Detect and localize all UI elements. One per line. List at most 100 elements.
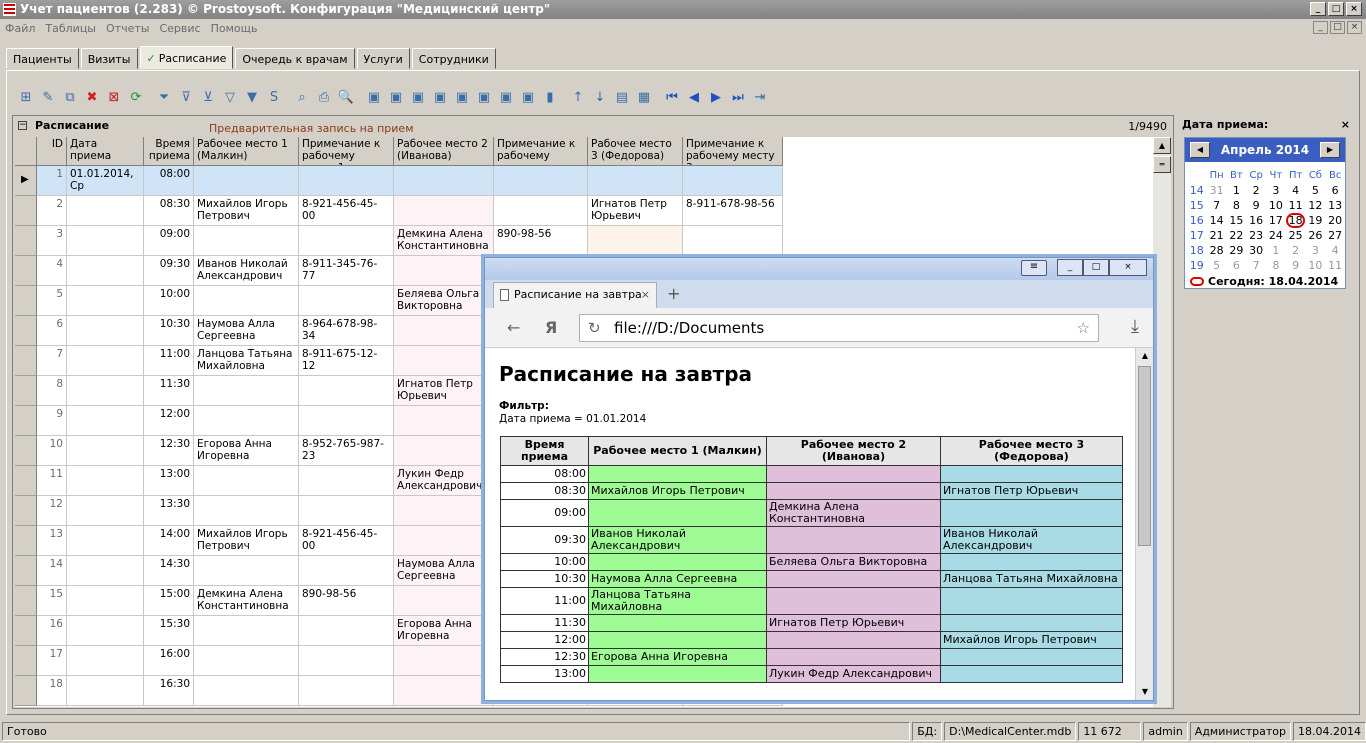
filter-all-icon[interactable]: ▼ <box>242 88 262 108</box>
cell-w1[interactable]: Михайлов Игорь Петрович <box>194 526 299 556</box>
cell-time[interactable]: 10:00 <box>144 286 194 316</box>
print-icon[interactable]: ⎙ <box>314 88 334 108</box>
cell-w2[interactable]: Егорова Анна Игоревна <box>394 616 494 646</box>
cell-date[interactable] <box>67 196 144 226</box>
calendar-today[interactable]: Сегодня: 18.04.2014 <box>1186 275 1338 288</box>
cell-w2[interactable] <box>394 166 494 196</box>
calendar-day[interactable]: 19 <box>1305 213 1325 228</box>
cell-id[interactable]: 15 <box>37 586 67 616</box>
cell-w1[interactable] <box>194 376 299 406</box>
browser-scrollbar[interactable]: ▲ ▼ <box>1135 348 1153 700</box>
row-indicator[interactable] <box>15 526 37 556</box>
cell-w2[interactable]: Игнатов Петр Юрьевич <box>394 376 494 406</box>
cell-w1[interactable]: Иванов Николай Александрович <box>194 256 299 286</box>
column-header-n1[interactable]: Примечание к рабочему месту 1 <box>299 137 394 166</box>
cell-id[interactable]: 18 <box>37 676 67 706</box>
calendar-day[interactable]: 23 <box>1246 228 1266 243</box>
tab-staff[interactable]: Сотрудники <box>411 48 496 69</box>
table-row[interactable]: 2 08:30 Михайлов Игорь Петрович 8-921-456-4… <box>15 196 783 226</box>
cell-date[interactable] <box>67 466 144 496</box>
cell-n1[interactable]: 8-921-456-45-00 <box>299 526 394 556</box>
row-indicator[interactable] <box>15 376 37 406</box>
cell-w1[interactable]: Михайлов Игорь Петрович <box>194 196 299 226</box>
row-indicator[interactable] <box>15 346 37 376</box>
cell-time[interactable]: 09:00 <box>144 226 194 256</box>
cell-w3[interactable]: Игнатов Петр Юрьевич <box>588 196 683 226</box>
cell-w2[interactable] <box>394 256 494 286</box>
calendar-day[interactable]: 22 <box>1227 228 1247 243</box>
cell-w2[interactable] <box>394 196 494 226</box>
cell-w2[interactable]: Демкина Алена Константиновна <box>394 226 494 256</box>
cell-n1[interactable] <box>299 616 394 646</box>
row-indicator[interactable] <box>15 676 37 706</box>
cell-w3[interactable] <box>588 226 683 256</box>
calendar-day[interactable]: 4 <box>1325 243 1345 258</box>
calendar-day[interactable]: 1 <box>1266 243 1286 258</box>
cell-date[interactable] <box>67 286 144 316</box>
row-indicator[interactable] <box>15 586 37 616</box>
cell-w3[interactable] <box>588 166 683 196</box>
calendar-day[interactable]: 7 <box>1207 198 1227 213</box>
menu-help[interactable]: Помощь <box>206 20 263 37</box>
cell-w2[interactable] <box>394 316 494 346</box>
cell-time[interactable]: 14:30 <box>144 556 194 586</box>
chart-icon[interactable]: ▮ <box>540 88 560 108</box>
row-indicator[interactable] <box>15 406 37 436</box>
browser-scroll-thumb[interactable] <box>1138 366 1151 546</box>
column-header-w1[interactable]: Рабочее место 1 (Малкин) <box>194 137 299 166</box>
export-1-icon[interactable]: ▣ <box>364 88 384 108</box>
cell-n1[interactable]: 8-921-456-45-00 <box>299 196 394 226</box>
cell-time[interactable]: 13:30 <box>144 496 194 526</box>
calendar-day[interactable]: 29 <box>1227 243 1247 258</box>
calendar-day[interactable]: 28 <box>1207 243 1227 258</box>
export-2-icon[interactable]: ▣ <box>386 88 406 108</box>
browser-close-button[interactable]: × <box>1109 259 1147 276</box>
yandex-icon[interactable]: Я <box>545 318 557 337</box>
row-indicator[interactable] <box>15 196 37 226</box>
cell-time[interactable]: 10:30 <box>144 316 194 346</box>
cell-date[interactable] <box>67 526 144 556</box>
cell-n3[interactable] <box>683 226 783 256</box>
cell-n1[interactable]: 890-98-56 <box>299 586 394 616</box>
cell-date[interactable] <box>67 676 144 706</box>
cell-id[interactable]: 7 <box>37 346 67 376</box>
goto-record-icon[interactable]: ⇥ <box>750 88 770 108</box>
browser-minimize-button[interactable]: _ <box>1057 259 1083 276</box>
tab-services[interactable]: Услуги <box>356 48 410 69</box>
cell-date[interactable] <box>67 556 144 586</box>
cell-n2[interactable] <box>494 196 588 226</box>
calendar-day[interactable]: 18 <box>1285 213 1306 228</box>
calendar-day[interactable]: 11 <box>1286 198 1306 213</box>
next-month-button[interactable]: ▶ <box>1320 142 1340 158</box>
cell-id[interactable]: 14 <box>37 556 67 586</box>
clear-filter-icon[interactable]: ⊽ <box>176 88 196 108</box>
cell-w1[interactable] <box>194 496 299 526</box>
preview-icon[interactable]: 🔍 <box>336 88 356 108</box>
cell-w1[interactable]: Егорова Анна Игоревна <box>194 436 299 466</box>
cell-date[interactable] <box>67 346 144 376</box>
cell-id[interactable]: 13 <box>37 526 67 556</box>
mdi-close-button[interactable]: × <box>1347 21 1362 34</box>
cell-time[interactable]: 16:00 <box>144 646 194 676</box>
cell-date[interactable] <box>67 616 144 646</box>
column-header-w2[interactable]: Рабочее место 2 (Иванова) <box>394 137 494 166</box>
browser-scroll-up-icon[interactable]: ▲ <box>1136 348 1154 364</box>
cell-time[interactable]: 08:00 <box>144 166 194 196</box>
export-6-icon[interactable]: ▣ <box>474 88 494 108</box>
export-5-icon[interactable]: ▣ <box>452 88 472 108</box>
cell-time[interactable]: 11:30 <box>144 376 194 406</box>
row-indicator[interactable] <box>15 436 37 466</box>
row-indicator[interactable] <box>15 226 37 256</box>
browser-tab[interactable]: Расписание на завтра × <box>493 282 657 308</box>
cell-w1[interactable] <box>194 556 299 586</box>
scroll-thumb[interactable]: ═ <box>1153 156 1171 173</box>
calendar-day[interactable]: 15 <box>1226 213 1246 228</box>
menu-file[interactable]: Файл <box>0 20 40 37</box>
cell-w2[interactable] <box>394 676 494 706</box>
calendar-day[interactable]: 31 <box>1207 183 1227 198</box>
next-record-icon[interactable]: ▶ <box>706 88 726 108</box>
cell-date[interactable] <box>67 406 144 436</box>
edit-icon[interactable]: ✎ <box>38 88 58 108</box>
cell-n1[interactable]: 8-952-765-987-23 <box>299 436 394 466</box>
column-header-id[interactable]: ID <box>37 137 67 166</box>
